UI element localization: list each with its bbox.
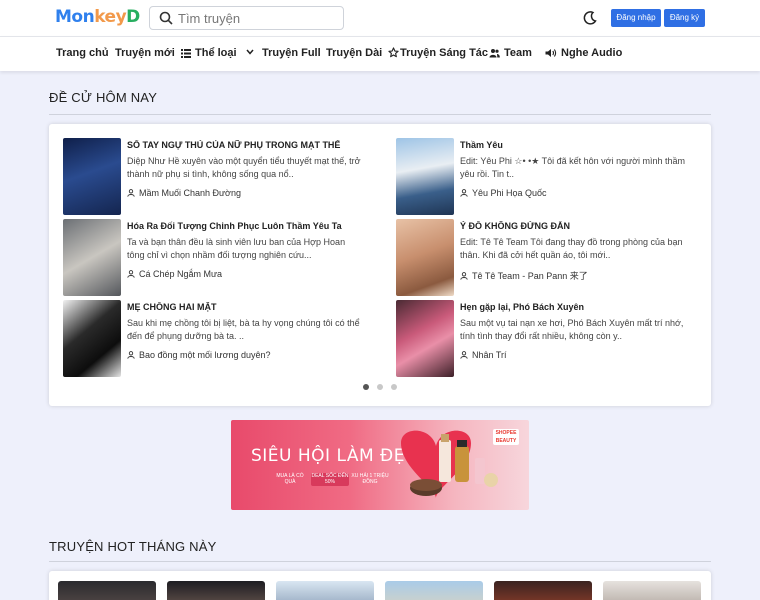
nav-home[interactable]: Trang chủ: [56, 47, 109, 59]
nav-long-stories[interactable]: Truyện Dài: [326, 47, 382, 59]
users-icon: [489, 49, 500, 58]
story-title[interactable]: SỔ TAY NGỰ THÚ CỦA NỮ PHỤ TRONG MẠT THẾ: [127, 140, 363, 150]
nav-team-label: Team: [504, 47, 532, 59]
list-icon: [181, 49, 191, 58]
hot-story-cover[interactable]: [494, 581, 592, 600]
story-cover[interactable]: [63, 138, 121, 215]
recommend-divider: [49, 114, 711, 115]
story-cover[interactable]: [396, 138, 454, 215]
nav-audio[interactable]: Nghe Audio: [545, 47, 622, 59]
moon-icon[interactable]: [582, 10, 598, 26]
user-icon: [460, 351, 468, 359]
story-title[interactable]: Thầm Yêu: [460, 140, 696, 150]
nav-genres-label: Thể loại: [195, 47, 237, 59]
login-button[interactable]: Đăng nhập: [611, 9, 661, 27]
story-author-name: Nhân Trí: [472, 350, 507, 360]
hot-story-cover[interactable]: [276, 581, 374, 600]
story-author[interactable]: Cá Chép Ngắm Mưa: [127, 269, 222, 279]
nav-full-stories[interactable]: Truyện Full: [262, 47, 321, 59]
hot-stories-card: [49, 571, 711, 600]
story-author-name: Cá Chép Ngắm Mưa: [139, 269, 223, 279]
top-header: MonkeyD Đăng nhập Đăng ký: [0, 0, 760, 36]
nav-genres[interactable]: Thể loại: [181, 47, 254, 59]
story-description: Ta và bạn thân đều là sinh viên lưu ban …: [127, 237, 346, 260]
story-cover[interactable]: [396, 300, 454, 377]
search-icon: [159, 11, 173, 25]
carousel-dot-active[interactable]: [363, 384, 369, 390]
carousel-dot[interactable]: [391, 384, 397, 390]
nav-new-stories[interactable]: Truyện mới: [115, 47, 175, 59]
carousel-dot[interactable]: [377, 384, 383, 390]
star-icon: [388, 47, 399, 58]
story-author-name: Tê Tê Team - Pan Pann 来了: [472, 271, 588, 281]
speaker-icon: [545, 49, 557, 57]
hot-divider: [49, 561, 711, 562]
story-author[interactable]: Yêu Phi Họa Quốc: [460, 188, 547, 198]
recommend-card: SỔ TAY NGỰ THÚ CỦA NỮ PHỤ TRONG MẠT THẾ …: [49, 124, 711, 406]
story-item[interactable]: Hẹn gặp lại, Phó Bách Xuyên Sau một vụ t…: [396, 300, 696, 377]
story-author[interactable]: Mầm Muối Chanh Đường: [127, 188, 241, 198]
story-item[interactable]: Ý ĐỒ KHÔNG ĐỨNG ĐẮN Edit: Tê Tê Team Tôi…: [396, 219, 696, 296]
nav-creative-stories[interactable]: Truyện Sáng Tác: [388, 47, 488, 59]
user-icon: [127, 189, 135, 197]
story-author[interactable]: Nhân Trí: [460, 350, 507, 360]
banner-perk: DEAL SỐC ĐẾN 50%: [311, 473, 349, 486]
story-cover[interactable]: [63, 219, 121, 296]
nav-audio-label: Nghe Audio: [561, 47, 623, 59]
story-title[interactable]: Hóa Ra Đối Tượng Chinh Phục Luôn Thầm Yê…: [127, 221, 363, 231]
user-icon: [460, 272, 468, 280]
user-icon: [460, 189, 468, 197]
story-description: Edit: Yêu Phi ☆• •★ Tôi đã kết hôn với n…: [460, 156, 686, 179]
story-description: Sau khi mẹ chồng tôi bị liệt, bà ta hy v…: [127, 318, 360, 341]
nav-creative-label: Truyện Sáng Tác: [400, 47, 489, 59]
story-item[interactable]: Thầm Yêu Edit: Yêu Phi ☆• •★ Tôi đã kết …: [396, 138, 696, 215]
story-description: Diệp Như Hề xuyên vào một quyển tiểu thu…: [127, 156, 361, 179]
story-item[interactable]: SỔ TAY NGỰ THÚ CỦA NỮ PHỤ TRONG MẠT THẾ …: [63, 138, 363, 215]
hot-story-cover[interactable]: [603, 581, 701, 600]
story-author[interactable]: Tê Tê Team - Pan Pann 来了: [460, 269, 588, 282]
user-icon: [127, 351, 135, 359]
story-description: Edit: Tê Tê Team Tôi đang thay đồ trong …: [460, 237, 683, 260]
ad-banner[interactable]: SIÊU HỘI LÀM ĐẸP MUA LÀ CÓ QUÀ DEAL SỐC …: [231, 420, 529, 510]
shopee-beauty-badge: SHOPEE BEAUTY: [493, 429, 519, 445]
user-icon: [127, 270, 135, 278]
story-author-name: Yêu Phi Họa Quốc: [472, 188, 547, 198]
story-author[interactable]: Bao đồng một mối lương duyên?: [127, 350, 271, 360]
story-title[interactable]: Ý ĐỒ KHÔNG ĐỨNG ĐẮN: [460, 221, 696, 231]
story-cover[interactable]: [396, 219, 454, 296]
hot-story-cover[interactable]: [385, 581, 483, 600]
search-input[interactable]: [178, 9, 338, 27]
register-button[interactable]: Đăng ký: [664, 9, 705, 27]
story-author-name: Bao đồng một mối lương duyên?: [139, 350, 271, 360]
recommend-title: ĐỀ CỬ HÔM NAY: [49, 90, 158, 105]
story-cover[interactable]: [63, 300, 121, 377]
chevron-down-icon: [246, 49, 254, 55]
hot-story-cover[interactable]: [167, 581, 265, 600]
story-item[interactable]: Hóa Ra Đối Tượng Chinh Phục Luôn Thầm Yê…: [63, 219, 363, 296]
story-description: Sau một vụ tai nạn xe hơi, Phó Bách Xuyê…: [460, 318, 684, 341]
story-title[interactable]: MẸ CHỒNG HAI MẶT: [127, 302, 363, 312]
banner-perk: MUA LÀ CÓ QUÀ: [276, 473, 304, 485]
nav-team[interactable]: Team: [489, 47, 532, 59]
story-item[interactable]: MẸ CHỒNG HAI MẶT Sau khi mẹ chồng tôi bị…: [63, 300, 363, 377]
story-author-name: Mầm Muối Chanh Đường: [139, 188, 241, 198]
hot-title: TRUYỆN HOT THÁNG NÀY: [49, 539, 217, 554]
search-box[interactable]: [149, 6, 344, 30]
hot-story-cover[interactable]: [58, 581, 156, 600]
site-logo[interactable]: MonkeyD: [55, 7, 140, 27]
main-nav: Trang chủ Truyện mới Thể loại Truyện Ful…: [0, 36, 760, 71]
story-title[interactable]: Hẹn gặp lại, Phó Bách Xuyên: [460, 302, 696, 312]
